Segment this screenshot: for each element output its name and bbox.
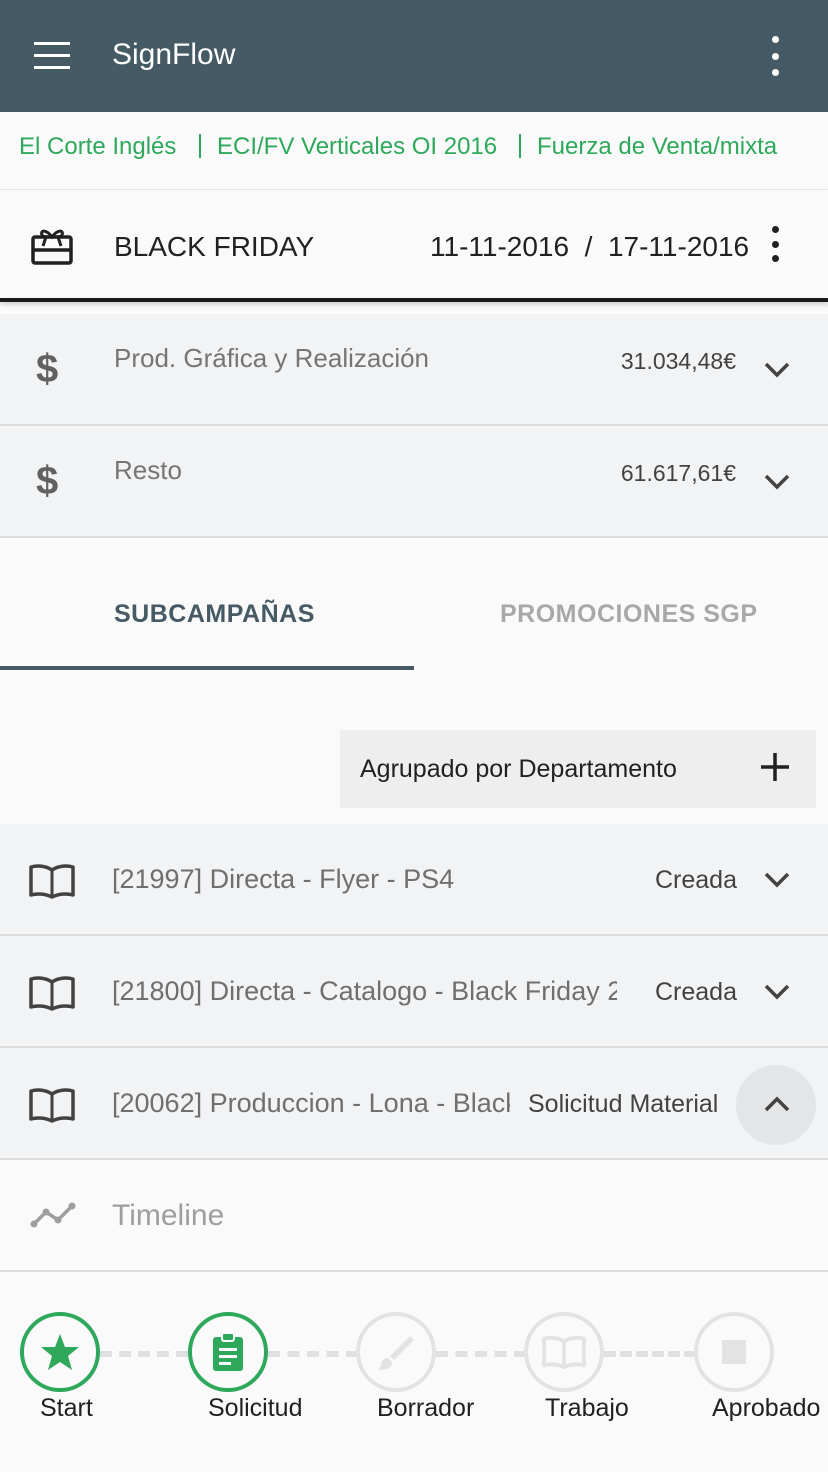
budget-label: Prod. Gráfica y Realización xyxy=(114,343,430,373)
campaign-header: BLACK FRIDAY 11-11-2016 / 17-11-2016 xyxy=(0,192,828,302)
group-by-button[interactable]: Agrupado por Departamento xyxy=(340,730,816,808)
chevron-down-icon[interactable] xyxy=(762,472,792,492)
workflow-stepper: Start Solicitud Borrador Trabajo Aprobad… xyxy=(0,1274,828,1472)
clipboard-icon xyxy=(213,1332,243,1371)
step-aprobado[interactable] xyxy=(694,1312,774,1392)
subcampaign-title: [20062] Produccion - Lona - Black Friday xyxy=(112,1088,510,1118)
breadcrumb-item-client[interactable]: El Corte Inglés xyxy=(19,130,176,164)
step-label: Start xyxy=(40,1394,93,1422)
list-item[interactable]: [20062] Produccion - Lona - Black Friday… xyxy=(0,1048,828,1160)
book-icon xyxy=(542,1335,586,1370)
book-icon xyxy=(29,864,75,899)
budget-row[interactable]: $ Prod. Gráfica y Realización 31.034,48€ xyxy=(0,314,828,426)
budget-amount: 61.617,61€ xyxy=(620,460,736,486)
plus-icon[interactable] xyxy=(760,752,790,782)
chevron-up-icon[interactable] xyxy=(762,1094,792,1114)
timeline-row[interactable]: Timeline xyxy=(0,1160,828,1272)
budget-amount: 31.034,48€ xyxy=(620,348,736,374)
step-borrador[interactable] xyxy=(356,1312,436,1392)
campaign-dates: 11-11-2016 / 17-11-2016 xyxy=(430,231,750,262)
status-label: Solicitud Material xyxy=(528,1090,719,1118)
budget-row[interactable]: $ Resto 61.617,61€ xyxy=(0,426,828,538)
tab-indicator xyxy=(0,666,414,670)
step-connector xyxy=(436,1351,526,1357)
app-bar: SignFlow xyxy=(0,0,828,112)
star-icon xyxy=(41,1334,79,1370)
step-start[interactable] xyxy=(20,1312,100,1392)
overflow-menu-icon[interactable] xyxy=(758,36,792,76)
app-title: SignFlow xyxy=(112,38,236,71)
step-label: Solicitud xyxy=(208,1394,303,1422)
step-label: Borrador xyxy=(377,1394,475,1422)
brush-icon xyxy=(378,1336,414,1370)
campaign-name: BLACK FRIDAY xyxy=(114,231,315,262)
group-by-label: Agrupado por Departamento xyxy=(360,755,677,783)
list-item[interactable]: [21800] Directa - Catalogo - Black Frida… xyxy=(0,936,828,1048)
breadcrumb-separator xyxy=(519,134,521,158)
status-label: Creada xyxy=(655,866,737,894)
tab-bar: SUBCAMPAÑAS PROMOCIONES SGP xyxy=(0,560,828,672)
breadcrumb: El Corte Inglés ECI/FV Verticales OI 201… xyxy=(0,112,828,190)
step-trabajo[interactable] xyxy=(524,1312,604,1392)
step-solicitud[interactable] xyxy=(188,1312,268,1392)
dollar-icon: $ xyxy=(36,459,59,503)
subcampaign-title: [21997] Directa - Flyer - PS4 xyxy=(112,864,455,894)
breadcrumb-item-program[interactable]: ECI/FV Verticales OI 2016 xyxy=(217,130,497,164)
breadcrumb-separator xyxy=(199,134,201,158)
status-label: Creada xyxy=(655,978,737,1006)
gift-card-icon xyxy=(31,229,73,265)
tab-subcampanas[interactable]: SUBCAMPAÑAS xyxy=(114,596,315,632)
step-label: Trabajo xyxy=(545,1394,629,1422)
timeline-label: Timeline xyxy=(112,1199,225,1232)
chevron-down-icon[interactable] xyxy=(762,360,792,380)
book-icon xyxy=(29,976,75,1011)
budget-label: Resto xyxy=(114,455,182,485)
step-connector xyxy=(604,1351,696,1357)
timeline-icon xyxy=(30,1202,76,1228)
list-item[interactable]: [21997] Directa - Flyer - PS4 Creada xyxy=(0,824,828,936)
menu-icon[interactable] xyxy=(34,42,70,70)
step-connector xyxy=(268,1351,358,1357)
dollar-icon: $ xyxy=(36,347,59,391)
book-icon xyxy=(29,1088,75,1123)
chevron-down-icon[interactable] xyxy=(762,982,792,1002)
stop-icon xyxy=(722,1340,746,1364)
subcampaign-title: [21800] Directa - Catalogo - Black Frida… xyxy=(112,976,617,1006)
campaign-more-icon[interactable] xyxy=(760,226,790,262)
step-connector xyxy=(100,1351,188,1357)
step-label: Aprobado xyxy=(712,1394,821,1422)
chevron-down-icon[interactable] xyxy=(762,870,792,890)
tab-promociones-sgp[interactable]: PROMOCIONES SGP xyxy=(500,596,758,632)
breadcrumb-item-channel[interactable]: Fuerza de Venta/mixta xyxy=(537,130,777,164)
